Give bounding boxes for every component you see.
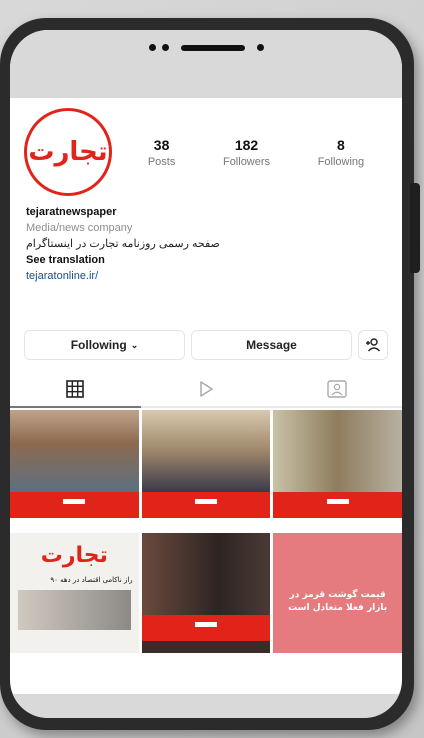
post-tag	[194, 499, 217, 504]
post-caption-bar	[141, 492, 271, 518]
sensor-dot-icon	[161, 44, 169, 51]
grid-icon	[66, 380, 85, 398]
post-photo	[273, 410, 402, 492]
stat-posts-label: Posts	[147, 155, 176, 168]
post-photo	[10, 410, 139, 492]
speaker-grille	[180, 44, 245, 51]
post-tag	[326, 499, 349, 504]
posts-grid: تجارت راز ناکامی اقتصاد در دهه ۹۰ قیمت گ…	[10, 410, 402, 653]
see-translation-link[interactable]: See translation	[26, 252, 386, 268]
profile-tabs	[10, 360, 402, 406]
profile-avatar[interactable]: تجارت	[24, 108, 112, 196]
add-person-button[interactable]	[358, 330, 388, 360]
post-thumbnail[interactable]	[10, 410, 139, 530]
profile-bio: tejaratnewspaper Media/news company صفحه…	[10, 196, 402, 284]
profile-header: تجارت 38 Posts 182 Followers 8 Following	[10, 98, 402, 196]
stat-followers-label: Followers	[222, 155, 271, 168]
post-newspaper-logo: تجارت	[40, 543, 108, 568]
following-button-label: Following	[70, 338, 127, 352]
profile-username: tejaratnewspaper	[26, 206, 117, 218]
tab-posts-grid[interactable]	[55, 380, 95, 398]
reels-play-icon	[200, 381, 213, 397]
following-button[interactable]: Following ⌄	[24, 330, 185, 360]
post-headline: قیمت گوشت قرمز در بازار فعلا متعادل است	[288, 590, 388, 613]
tab-reels[interactable]	[186, 380, 226, 398]
message-button[interactable]: Message	[191, 330, 352, 360]
avatar-logo-text: تجارت	[28, 137, 108, 167]
stat-following-label: Following	[317, 155, 365, 168]
notch	[10, 44, 402, 51]
tab-indicator-active	[10, 406, 141, 408]
tab-indicator	[10, 406, 402, 408]
stat-posts[interactable]: 38 Posts	[148, 137, 176, 168]
post-thumbnail[interactable]: قیمت گوشت قرمز در بازار فعلا متعادل است	[273, 533, 402, 653]
add-person-icon	[366, 338, 381, 352]
chevron-down-icon: ⌄	[130, 339, 139, 350]
post-caption-bar	[273, 492, 402, 518]
post-photo	[141, 533, 271, 615]
stat-following[interactable]: 8 Following	[318, 137, 364, 168]
home-indicator-bar	[10, 694, 402, 718]
phone-side-button	[410, 183, 420, 273]
post-caption-bar	[141, 615, 271, 641]
profile-description: صفحه رسمی روزنامه تجارت در اینستاگرام	[26, 238, 220, 250]
tab-tagged[interactable]	[317, 380, 357, 398]
stat-followers[interactable]: 182 Followers	[223, 137, 270, 168]
post-thumbnail[interactable]: تجارت راز ناکامی اقتصاد در دهه ۹۰	[10, 533, 139, 653]
message-button-label: Message	[246, 338, 297, 352]
stat-posts-value: 38	[153, 136, 170, 153]
post-thumbnail[interactable]	[273, 410, 402, 530]
profile-category: Media/news company	[26, 222, 133, 234]
profile-stats: 38 Posts 182 Followers 8 Following	[124, 137, 388, 168]
post-tag	[63, 499, 86, 504]
stat-following-value: 8	[337, 136, 345, 153]
phone-screen: تجارت 38 Posts 182 Followers 8 Following…	[10, 30, 402, 718]
phone-frame: تجارت 38 Posts 182 Followers 8 Following…	[0, 18, 420, 730]
front-camera-icon	[256, 44, 264, 51]
tab-indicator-inactive	[271, 406, 402, 408]
profile-actions: Following ⌄ Message	[10, 284, 402, 360]
status-bar	[10, 30, 402, 98]
post-tag	[194, 622, 217, 627]
tab-indicator-inactive	[140, 406, 272, 408]
camera-dot-icon	[148, 44, 156, 51]
profile-website-link[interactable]: tejaratonline.ir/	[26, 268, 386, 284]
post-thumbnail[interactable]	[141, 533, 271, 653]
tagged-person-icon	[326, 380, 347, 398]
stat-followers-value: 182	[234, 136, 259, 153]
post-headline: راز ناکامی اقتصاد در دهه ۹۰	[50, 576, 133, 584]
post-thumbnail[interactable]	[141, 410, 271, 530]
post-photo	[141, 410, 271, 492]
post-caption-bar	[10, 492, 139, 518]
post-photo	[18, 590, 131, 630]
